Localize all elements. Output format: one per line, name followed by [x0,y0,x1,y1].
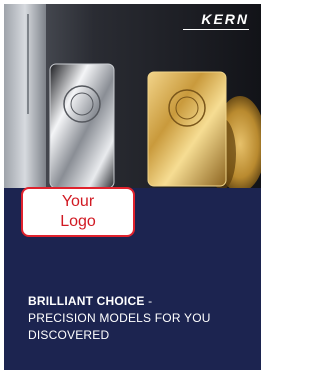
headline-line-3: DISCOVERED [28,328,110,342]
brand-logo: KERN [201,11,249,27]
brand-underline [183,29,249,30]
gold-silver-bars-photo [4,4,261,201]
your-logo-placeholder: Your Logo [21,187,135,237]
headline-line-1: BRILLIANT CHOICE - [28,293,253,310]
headline-bold: BRILLIANT CHOICE [28,294,145,308]
logo-placeholder-line-1: Your [61,193,95,210]
headline-dash: - [144,294,153,308]
headline-line-2: PRECISION MODELS FOR YOU [28,311,211,325]
logo-placeholder-line-2: Logo [60,213,96,230]
headline: BRILLIANT CHOICE - PRECISION MODELS FOR … [28,293,253,344]
brochure-cover: KERN Your Logo BRILLIANT CHOICE - PRECIS… [4,4,261,370]
